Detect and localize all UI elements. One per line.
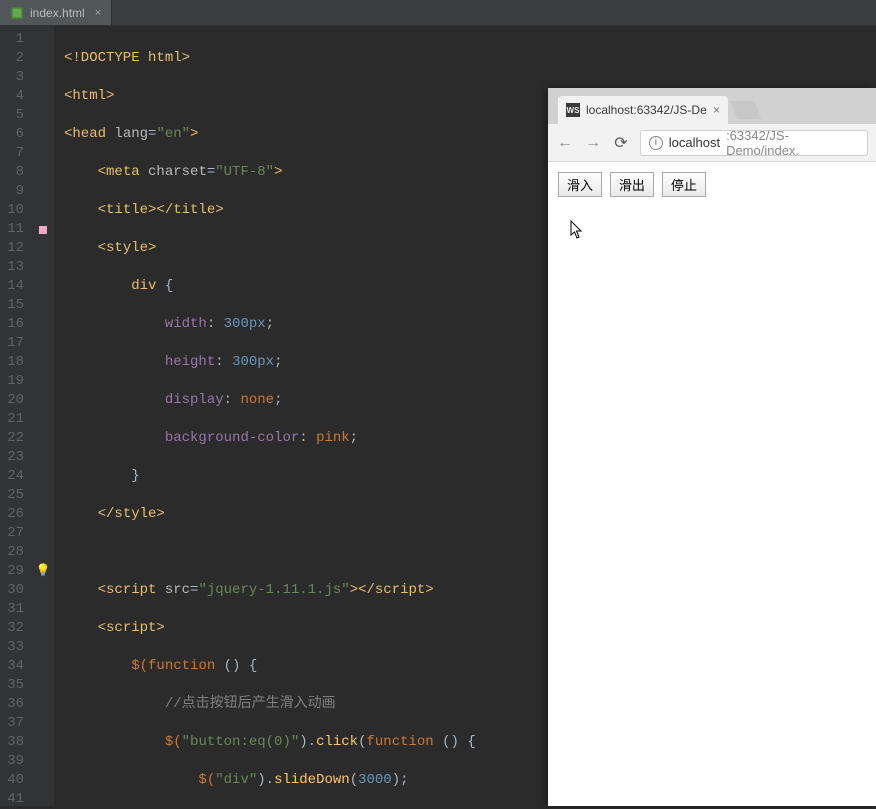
breakpoint-marker-icon[interactable] bbox=[39, 226, 47, 234]
back-button[interactable]: ← bbox=[556, 134, 574, 152]
new-tab-button[interactable] bbox=[731, 101, 762, 119]
page-content: 滑入 滑出 停止 bbox=[548, 162, 876, 806]
chrome-tab-strip: WS localhost:63342/JS-De × bbox=[548, 88, 876, 124]
stop-button[interactable]: 停止 bbox=[662, 172, 706, 197]
chrome-tab-title: localhost:63342/JS-De bbox=[586, 103, 707, 117]
url-path: :63342/JS-Demo/index. bbox=[726, 128, 859, 158]
close-icon[interactable]: × bbox=[713, 103, 720, 117]
chrome-tab[interactable]: WS localhost:63342/JS-De × bbox=[558, 96, 728, 124]
site-info-icon[interactable]: i bbox=[649, 136, 663, 150]
html-file-icon bbox=[10, 6, 24, 20]
marker-gutter: 💡 bbox=[32, 26, 54, 806]
forward-button[interactable]: → bbox=[584, 134, 602, 152]
line-number-gutter: 1234567891011121314151617181920212223242… bbox=[0, 26, 32, 806]
ide-tab-indexhtml[interactable]: index.html × bbox=[0, 0, 112, 25]
ide-tab-filename: index.html bbox=[30, 6, 85, 20]
chrome-browser-window: WS localhost:63342/JS-De × ← → ⟳ i local… bbox=[548, 88, 876, 806]
reload-button[interactable]: ⟳ bbox=[612, 133, 630, 153]
intention-bulb-icon[interactable]: 💡 bbox=[36, 562, 51, 581]
chrome-toolbar: ← → ⟳ i localhost :63342/JS-Demo/index. bbox=[548, 124, 876, 162]
url-host: localhost bbox=[669, 135, 720, 150]
ide-tab-bar: index.html × bbox=[0, 0, 876, 26]
address-bar[interactable]: i localhost :63342/JS-Demo/index. bbox=[640, 130, 868, 156]
slide-out-button[interactable]: 滑出 bbox=[610, 172, 654, 197]
slide-in-button[interactable]: 滑入 bbox=[558, 172, 602, 197]
close-icon[interactable]: × bbox=[95, 7, 101, 19]
webstorm-favicon-icon: WS bbox=[566, 103, 580, 117]
